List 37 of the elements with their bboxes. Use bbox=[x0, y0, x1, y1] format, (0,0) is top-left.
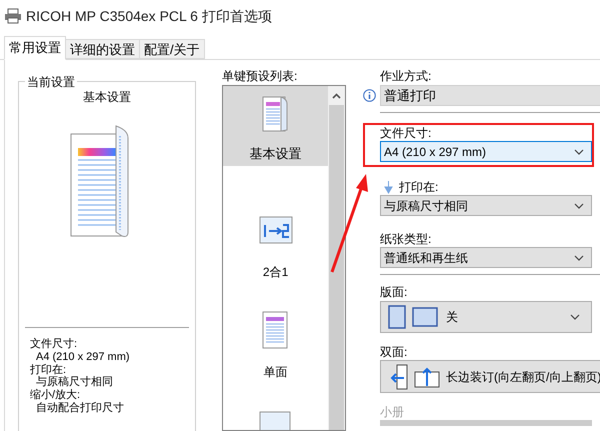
tab[interactable]: 详细的设置 bbox=[65, 39, 140, 59]
preset-list-label: 单键预设列表: bbox=[222, 69, 298, 83]
chevron-down-icon bbox=[574, 202, 584, 208]
dropdown[interactable]: 关 bbox=[380, 301, 592, 333]
dropdown[interactable]: 与原稿尺寸相同 bbox=[380, 195, 592, 216]
printer-icon bbox=[4, 8, 22, 24]
field-label: 版面: bbox=[380, 285, 408, 299]
tab[interactable]: 常用设置 bbox=[4, 36, 66, 60]
chevron-down-icon bbox=[574, 148, 584, 154]
summary-value: 与原稿尺寸相同 bbox=[35, 376, 114, 388]
summary-label: 打印在: bbox=[30, 364, 68, 376]
disabled-label: 小册 bbox=[380, 405, 404, 419]
chevron-down-icon bbox=[570, 314, 580, 320]
field-label: 作业方式: bbox=[380, 69, 432, 83]
preset-item[interactable]: 基本设置 bbox=[223, 86, 328, 166]
scroll-up-icon[interactable] bbox=[332, 93, 342, 99]
field-label: 打印在: bbox=[399, 180, 438, 194]
info-icon bbox=[363, 89, 376, 102]
summary-value: 自动配合打印尺寸 bbox=[35, 402, 125, 415]
dropdown[interactable]: A4 (210 x 297 mm) bbox=[380, 141, 592, 162]
flip-up-icon bbox=[414, 366, 440, 388]
field-label: 文件尺寸: bbox=[380, 126, 432, 140]
chevron-down-icon bbox=[574, 254, 584, 260]
portrait-page-icon bbox=[388, 305, 406, 329]
summary-label: 缩小/放大: bbox=[30, 389, 82, 402]
field-label: 纸张类型: bbox=[380, 232, 432, 246]
tab[interactable]: 配置/关于 bbox=[139, 39, 205, 59]
field-value: 普通打印 bbox=[384, 86, 436, 105]
landscape-page-icon bbox=[412, 307, 438, 327]
summary-label: 文件尺寸: bbox=[30, 338, 78, 351]
summary-value: A4 (210 x 297 mm) bbox=[35, 350, 131, 364]
preset-name: 基本设置 bbox=[82, 89, 132, 106]
down-arrow-icon bbox=[384, 180, 393, 194]
window-title: RICOH MP C3504ex PCL 6 打印首选项 bbox=[26, 6, 272, 26]
field-label: 双面: bbox=[380, 345, 408, 359]
dropdown[interactable]: 普通纸和再生纸 bbox=[380, 247, 592, 268]
flip-left-icon bbox=[390, 364, 408, 390]
